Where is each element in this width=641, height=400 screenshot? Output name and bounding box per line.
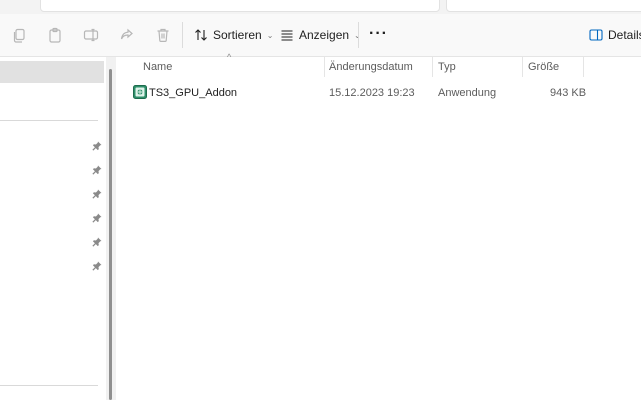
address-bar-strip	[0, 0, 641, 14]
file-size: 943 KB	[550, 87, 587, 99]
sort-icon	[195, 29, 207, 41]
file-type: Anwendung	[438, 87, 497, 99]
scrollbar-thumb[interactable]	[109, 69, 112, 400]
view-label: Anzeigen	[299, 28, 350, 42]
pin-icon[interactable]	[92, 213, 102, 223]
sort-ascending-icon: ^	[227, 52, 232, 62]
sort-button[interactable]: Sortieren ⌄	[194, 22, 273, 48]
copy-icon[interactable]	[11, 27, 27, 43]
navigation-scrollbar[interactable]	[106, 57, 116, 400]
command-bar: Sortieren ⌄ Anzeigen ⌄ ··· Details	[0, 14, 641, 57]
view-icon	[281, 30, 293, 41]
delete-icon[interactable]	[155, 27, 171, 43]
pin-icon[interactable]	[92, 237, 102, 247]
column-header-type[interactable]: Typ	[438, 61, 456, 73]
view-button[interactable]: Anzeigen ⌄	[280, 22, 361, 48]
nav-divider	[0, 120, 98, 121]
file-name: TS3_GPU_Addon	[149, 87, 238, 99]
navigation-pane	[0, 57, 106, 400]
nav-item-selected[interactable]	[0, 61, 104, 83]
pin-icon[interactable]	[92, 261, 102, 271]
chevron-down-icon: ⌄	[266, 30, 274, 40]
details-pane-icon	[589, 29, 603, 41]
column-header-name[interactable]: Name	[143, 61, 172, 73]
toolbar-separator	[182, 22, 183, 48]
nav-divider	[0, 385, 98, 386]
details-label: Details	[608, 28, 641, 42]
column-separator[interactable]	[522, 57, 523, 77]
details-pane-button[interactable]: Details	[589, 22, 641, 48]
sort-label: Sortieren	[213, 28, 262, 42]
rename-icon[interactable]	[83, 27, 99, 43]
column-separator[interactable]	[324, 57, 325, 77]
column-separator[interactable]	[432, 57, 433, 77]
file-row[interactable]: TS3_GPU_Addon 15.12.2023 19:23 Anwendung…	[128, 83, 588, 103]
more-options-button[interactable]: ···	[369, 26, 388, 42]
toolbar-separator	[358, 22, 359, 48]
column-header-modified[interactable]: Änderungsdatum	[329, 61, 413, 73]
pin-icon[interactable]	[92, 189, 102, 199]
share-icon[interactable]	[119, 27, 135, 43]
file-modified: 15.12.2023 19:23	[329, 87, 415, 99]
search-box[interactable]	[446, 0, 641, 12]
pin-icon[interactable]	[92, 141, 102, 151]
paste-icon[interactable]	[47, 27, 63, 43]
column-separator[interactable]	[583, 57, 584, 77]
column-header-size[interactable]: Größe	[528, 61, 559, 73]
pin-icon[interactable]	[92, 165, 102, 175]
application-icon	[133, 85, 147, 99]
address-bar[interactable]	[40, 0, 440, 12]
